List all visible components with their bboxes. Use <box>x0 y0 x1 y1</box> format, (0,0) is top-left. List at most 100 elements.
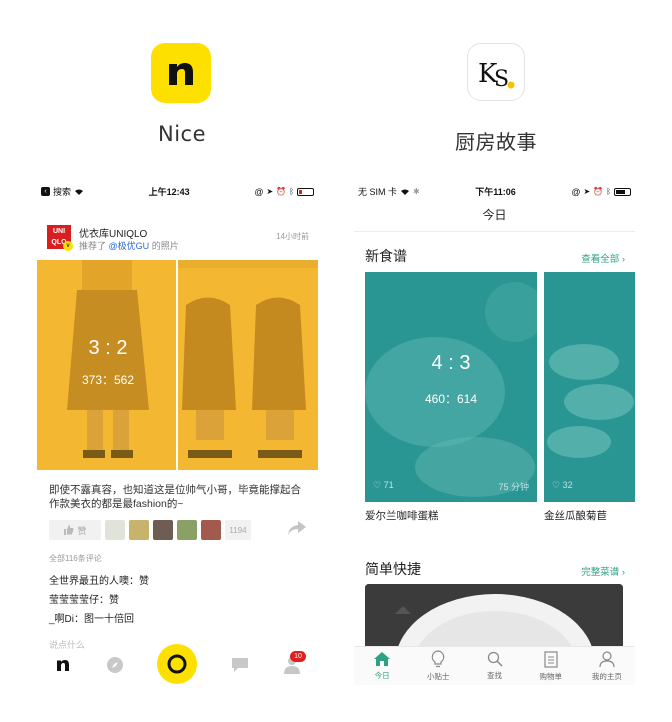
like-count[interactable]: 1194 <box>225 520 251 540</box>
liker-avatar[interactable] <box>129 520 149 540</box>
bluetooth-icon: ᛒ <box>606 187 611 196</box>
lock-rotation-icon: @ <box>571 186 581 197</box>
comment-item: 莹莹莹莹仔：赞 <box>49 595 119 606</box>
aspect-ratio-label: 4 : 3 <box>431 352 471 374</box>
like-button[interactable]: 赞 <box>49 520 101 540</box>
home-icon <box>374 652 391 666</box>
quick-recipe-banner[interactable] <box>365 584 623 654</box>
person-icon <box>599 650 615 667</box>
bottom-tab-bar: 今日 小贴士 查找 购物单 我的主页 <box>354 646 635 685</box>
recipe-name[interactable]: 爱尔兰咖啡蛋糕 <box>365 508 439 523</box>
ks-app-name: 厨房故事 <box>455 130 537 154</box>
all-comments-link[interactable]: 全部116条评论 <box>49 553 102 564</box>
back-to-search[interactable]: ‹ 搜索 <box>41 185 84 198</box>
tab-explore[interactable] <box>106 656 124 679</box>
wifi-icon <box>401 188 410 195</box>
duration-label: 75 分钟 <box>498 482 529 492</box>
liker-avatar[interactable] <box>201 520 221 540</box>
status-bar: 无 SIM 卡 ✱ 下午11:06 @ ➤ ⏰ ᛒ <box>354 183 635 200</box>
tab-search[interactable]: 查找 <box>466 647 522 685</box>
photo-right-half <box>178 260 318 470</box>
nice-home-icon <box>56 659 69 671</box>
thumbs-up-icon <box>64 525 74 535</box>
person-figure-illustration <box>67 260 149 458</box>
bulb-icon <box>432 650 445 668</box>
recipe-photo <box>544 272 635 502</box>
status-icons: @ ➤ ⏰ ᛒ <box>571 187 631 197</box>
tab-messages[interactable] <box>231 657 249 678</box>
verified-badge: v <box>63 241 73 251</box>
location-icon: ➤ <box>583 187 591 196</box>
ks-screen: 无 SIM 卡 ✱ 下午11:06 @ ➤ ⏰ ᛒ 今日 新食谱 查看全部 › … <box>354 183 635 685</box>
ks-app-icon: K S <box>467 43 525 101</box>
page-title: 今日 <box>482 208 507 222</box>
post-username[interactable]: 优衣库UNIQLO <box>79 225 147 240</box>
photo-divider <box>176 260 178 470</box>
coat-figures-illustration <box>178 260 318 458</box>
bluetooth-icon: ᛒ <box>289 187 294 196</box>
photo-left-half <box>37 260 176 470</box>
quick-recipes-title: 简单快捷 <box>365 561 421 577</box>
liker-avatar[interactable] <box>105 520 125 540</box>
nice-app-icon <box>151 43 211 103</box>
comment-item: 全世界最丑的人噢：赞 <box>49 576 149 587</box>
recommend-user-link[interactable]: @极优GU <box>109 241 150 251</box>
likes-count: ♡ 71 <box>373 480 394 490</box>
post-caption: 即使不露真容，也知道这是位帅气小哥，毕竟能撑起合作款美衣的都是最fashion的… <box>49 484 301 510</box>
liker-avatar[interactable] <box>153 520 173 540</box>
recipe-photo <box>365 272 537 502</box>
location-icon: ➤ <box>266 187 274 196</box>
lock-rotation-icon: @ <box>254 186 264 197</box>
recipe-card[interactable]: ♡ 32 <box>544 272 635 502</box>
plate-photo <box>365 584 623 654</box>
search-icon <box>487 651 503 667</box>
likes-count: ♡ 32 <box>552 480 573 490</box>
recipe-card[interactable]: 4 : 3 460：614 ♡ 71 75 分钟 <box>365 272 537 502</box>
compass-icon <box>106 656 123 673</box>
status-time: 上午12:43 <box>148 187 190 197</box>
recipe-name[interactable]: 金丝瓜酿菊苣 <box>544 508 607 523</box>
nice-screen: ‹ 搜索 上午12:43 @ ➤ ⏰ ᛒ UNI QLO v 优衣库UNIQLO… <box>37 183 318 685</box>
wifi-icon <box>75 188 84 195</box>
tab-home[interactable] <box>54 656 72 679</box>
status-time: 下午11:06 <box>475 187 516 197</box>
nav-divider <box>354 231 635 232</box>
post-recommend-line: 推荐了 @极优GU 的照片 <box>79 241 179 251</box>
tab-shopping-list[interactable]: 购物单 <box>523 647 579 685</box>
alarm-icon: ⏰ <box>593 187 604 196</box>
tab-today[interactable]: 今日 <box>354 647 410 685</box>
tab-my-page[interactable]: 我的主页 <box>579 647 635 685</box>
liker-avatar[interactable] <box>177 520 197 540</box>
loading-icon: ✱ <box>413 187 420 196</box>
nice-app-name: Nice <box>158 122 207 146</box>
carrier-area: 无 SIM 卡 ✱ <box>358 187 420 197</box>
new-recipes-title: 新食谱 <box>365 248 407 264</box>
post-time: 14小时前 <box>276 232 309 241</box>
chat-icon <box>232 657 249 672</box>
status-icons: @ ➤ ⏰ ᛒ <box>254 187 314 197</box>
back-icon: ‹ <box>41 187 50 196</box>
like-row: 赞 1194 <box>49 519 251 541</box>
nice-n-icon <box>169 63 193 85</box>
aspect-ratio-label: 3 : 2 <box>88 337 128 359</box>
battery-icon <box>614 187 631 196</box>
camera-button[interactable] <box>157 644 198 684</box>
alarm-icon: ⏰ <box>276 187 287 196</box>
tab-tips[interactable]: 小贴士 <box>410 647 466 685</box>
post-header[interactable]: UNI QLO v 优衣库UNIQLO 推荐了 @极优GU 的照片 14小时前 <box>47 225 309 253</box>
comment-item: _啊Di：图一十倍回 <box>49 614 135 625</box>
notification-badge: 10 <box>290 651 306 662</box>
share-icon[interactable] <box>288 521 306 540</box>
list-icon <box>544 650 558 668</box>
ks-logo-icon: K S <box>478 59 515 92</box>
status-bar: ‹ 搜索 上午12:43 @ ➤ ⏰ ᛒ <box>37 183 318 200</box>
size-label: 460：614 <box>424 392 478 406</box>
size-label: 373：562 <box>81 373 135 387</box>
camera-ring-icon <box>167 654 187 674</box>
see-all-link[interactable]: 查看全部 › <box>581 251 625 265</box>
bottom-tab-bar <box>37 644 318 685</box>
battery-icon <box>297 187 314 196</box>
full-recipes-link[interactable]: 完整菜谱 › <box>581 564 625 578</box>
svg-text:S: S <box>494 67 509 92</box>
post-photo[interactable]: 3 : 2 373：562 <box>37 260 318 470</box>
